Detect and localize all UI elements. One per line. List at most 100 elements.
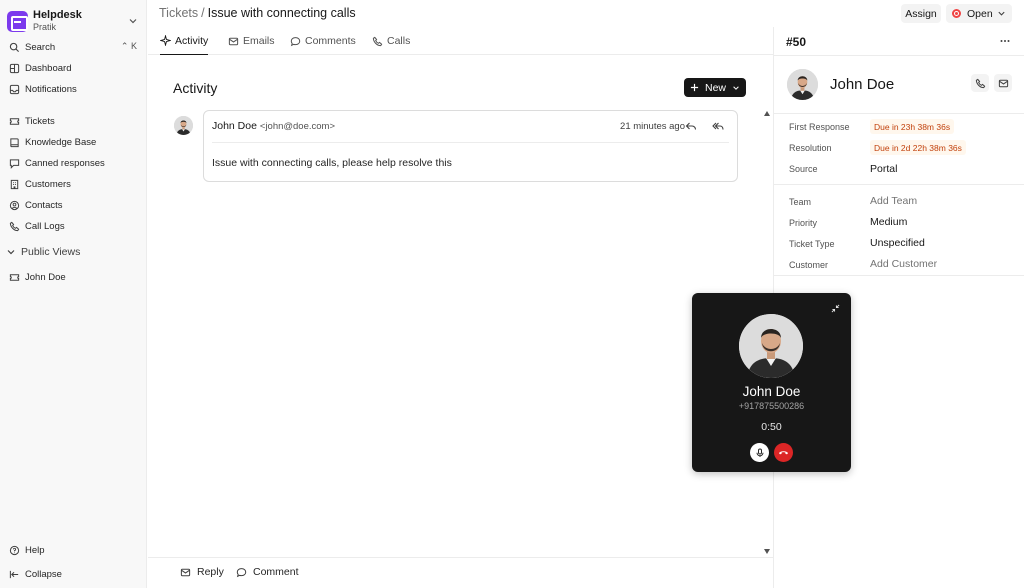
email-contact-button[interactable]	[994, 74, 1012, 92]
ticket-tabs: Activity Emails Comments Calls	[148, 27, 773, 55]
public-views-label: Public Views	[21, 246, 81, 258]
help-label: Help	[25, 544, 45, 556]
priority-label: Priority	[789, 218, 818, 228]
sidebar-item-notifications[interactable]: Notifications	[3, 79, 143, 99]
source-label: Source	[789, 164, 818, 174]
help-icon	[9, 545, 20, 555]
ticket-number: #50	[786, 35, 807, 49]
sender-email: <john@doe.com>	[259, 121, 336, 132]
building-icon	[10, 179, 19, 189]
ticket-type-select[interactable]: Unspecified	[870, 237, 925, 249]
sidebar-item-tickets[interactable]: Tickets	[3, 111, 143, 131]
activity-heading: Activity	[173, 80, 218, 96]
breadcrumb-separator: /	[201, 6, 205, 20]
public-views-toggle[interactable]: Public Views	[6, 246, 80, 258]
reply-button[interactable]: Reply	[180, 566, 224, 578]
status-indicator-icon	[952, 9, 961, 18]
avatar	[787, 69, 818, 100]
sender-name: John Doe	[212, 120, 257, 132]
search-icon	[9, 42, 20, 52]
tab-activity[interactable]: Activity	[160, 27, 209, 55]
email-body: Issue with connecting calls, please help…	[212, 157, 452, 169]
reply-all-icon[interactable]	[712, 120, 724, 132]
caller-name: John Doe	[742, 384, 801, 399]
minimize-icon[interactable]	[831, 304, 840, 313]
search-button[interactable]: Search ⌃ K	[3, 37, 143, 57]
more-horizontal-icon[interactable]	[1000, 39, 1010, 43]
book-icon	[10, 137, 19, 147]
dashboard-icon	[9, 63, 20, 73]
mail-icon	[228, 37, 239, 45]
brand-title: Helpdesk	[33, 9, 82, 21]
tab-comments[interactable]: Comments	[290, 27, 356, 55]
email-activity-card: John Doe <john@doe.com> 21 minutes ago I…	[203, 110, 738, 182]
divider	[774, 113, 1024, 114]
ticket-icon	[9, 117, 20, 125]
avatar	[174, 116, 193, 135]
sidebar-item-canned-responses[interactable]: Canned responses	[3, 153, 143, 173]
new-button-label: New	[705, 81, 727, 94]
sidebar-item-call-logs[interactable]: Call Logs	[3, 216, 143, 236]
team-label: Team	[789, 197, 812, 207]
sidebar-item-dashboard[interactable]: Dashboard	[3, 58, 143, 78]
customer-label: Customer	[789, 260, 829, 270]
assign-button[interactable]: Assign	[901, 4, 941, 23]
sidebar-item-contacts[interactable]: Contacts	[3, 195, 143, 215]
tab-label: Activity	[175, 34, 209, 47]
source-value: Portal	[870, 163, 898, 175]
status-dropdown[interactable]: Open	[946, 4, 1012, 23]
tab-emails[interactable]: Emails	[228, 27, 275, 55]
breadcrumb-tickets-link[interactable]: Tickets	[159, 6, 198, 20]
header: Tickets / Issue with connecting calls As…	[148, 0, 1024, 27]
scroll-down-arrow-icon[interactable]	[764, 549, 770, 554]
sidebar-item-label: Canned responses	[25, 157, 105, 169]
team-select[interactable]: Add Team	[870, 195, 917, 207]
search-label: Search	[25, 41, 56, 53]
sidebar-item-label: Dashboard	[25, 62, 72, 74]
reply-label: Reply	[197, 566, 224, 578]
call-contact-button[interactable]	[971, 74, 989, 92]
tab-calls[interactable]: Calls	[372, 27, 410, 55]
first-response-badge: Due in 23h 38m 36s	[870, 119, 955, 134]
collapse-icon	[9, 570, 19, 578]
divider	[774, 184, 1024, 185]
sidebar-item-knowledge-base[interactable]: Knowledge Base	[3, 132, 143, 152]
helpdesk-logo-icon	[7, 10, 28, 32]
sidebar-item-label: Call Logs	[25, 220, 65, 232]
comment-button[interactable]: Comment	[236, 566, 299, 578]
priority-select[interactable]: Medium	[870, 216, 907, 228]
sidebar: Helpdesk Pratik Search ⌃ K Dashboard Not…	[0, 0, 147, 588]
hang-up-button[interactable]	[774, 443, 793, 462]
email-sender: John Doe <john@doe.com>	[212, 120, 335, 132]
mute-button[interactable]	[750, 443, 769, 462]
brand-subtitle: Pratik	[33, 22, 57, 32]
divider	[774, 55, 1024, 56]
sidebar-view-john-doe[interactable]: John Doe	[3, 267, 143, 287]
new-activity-button[interactable]: New	[684, 78, 746, 97]
call-timer: 0:50	[761, 421, 782, 433]
reply-icon[interactable]	[685, 120, 697, 132]
tab-label: Calls	[387, 35, 411, 47]
active-call-popup[interactable]: John Doe +917875500286 0:50	[692, 293, 851, 472]
resolution-label: Resolution	[789, 143, 832, 153]
phone-icon	[9, 221, 20, 231]
resolution-badge: Due in 2d 22h 38m 36s	[870, 140, 966, 155]
sidebar-item-customers[interactable]: Customers	[3, 174, 143, 194]
mail-icon	[998, 79, 1008, 87]
command-key-icon: ⌃	[120, 41, 129, 51]
customer-select[interactable]: Add Customer	[870, 258, 937, 270]
help-button[interactable]: Help	[3, 540, 143, 560]
composer-bar: Reply Comment	[148, 557, 773, 588]
sidebar-item-label: Tickets	[25, 115, 55, 127]
email-timestamp: 21 minutes ago	[620, 121, 685, 132]
user-icon	[9, 200, 20, 210]
collapse-button[interactable]: Collapse	[3, 564, 143, 584]
brand-switcher[interactable]: Helpdesk Pratik	[7, 9, 140, 33]
sidebar-item-label: Customers	[25, 178, 71, 190]
phone-icon	[372, 36, 383, 46]
mail-icon	[180, 568, 191, 576]
caller-avatar	[739, 314, 803, 378]
chevron-down-icon	[733, 85, 739, 90]
chevron-down-icon	[7, 250, 15, 255]
scroll-up-arrow-icon[interactable]	[764, 111, 770, 116]
